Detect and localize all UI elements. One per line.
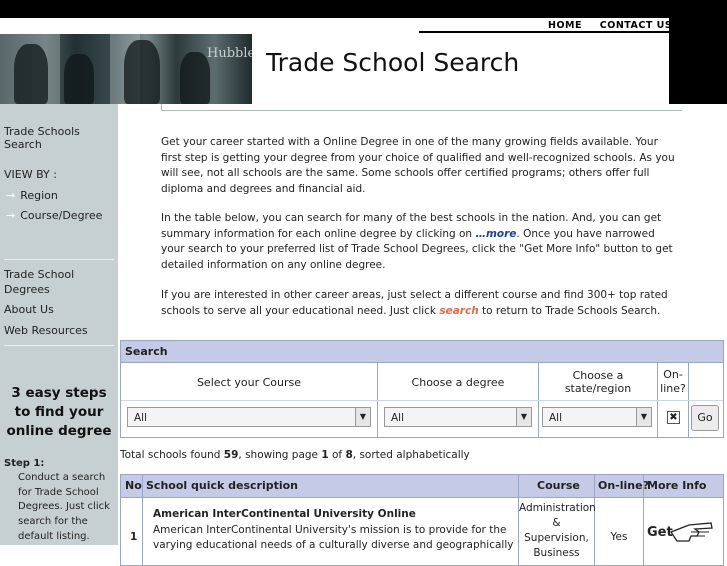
nav-contact-link[interactable]: CONTACT US	[600, 20, 672, 31]
chevron-down-icon: ▼	[636, 408, 651, 426]
school-course: Administration & Supervision, Business	[519, 502, 596, 559]
sidebar: Trade Schools Search VIEW BY : → Region →…	[0, 104, 118, 545]
nav-underline	[419, 31, 669, 33]
steps-heading: 3 easy steps to find your online degree	[6, 385, 112, 439]
results-page: 1	[321, 449, 329, 461]
online-label: On-line?	[660, 368, 686, 395]
step-1-label: Step 1:	[4, 458, 45, 469]
results-table-header: No School quick description Course On-li…	[121, 475, 723, 498]
column-divider	[142, 475, 143, 565]
page-title: Trade School Search	[266, 48, 520, 77]
results-pages: 8	[345, 449, 353, 461]
arrow-right-icon: →	[6, 209, 16, 222]
course-select[interactable]: All ▼	[127, 407, 371, 427]
search-heading: Search	[121, 341, 723, 363]
search-link[interactable]: search	[439, 305, 478, 317]
sidebar-item-label: Region	[20, 189, 58, 202]
results-text: , showing page	[238, 449, 322, 461]
sidebar-divider	[4, 259, 114, 260]
pointing-hand-icon	[670, 522, 713, 542]
results-text: , sorted alphabetically	[352, 449, 470, 461]
degree-select-value: All	[391, 412, 405, 424]
step-1-text: Conduct a search for Trade School Degree…	[18, 472, 110, 542]
results-total: 59	[223, 449, 239, 461]
chevron-down-icon: ▼	[355, 408, 370, 426]
sidebar-item-region[interactable]: → Region	[6, 189, 58, 202]
sidebar-link-trade-schools-search[interactable]: Trade Schools Search	[4, 125, 118, 151]
header-banner-photo: Hubble	[0, 34, 252, 104]
column-divider	[594, 475, 595, 565]
header-description: School quick description	[146, 479, 299, 492]
course-label: Select your Course	[196, 375, 302, 389]
state-select-value: All	[549, 412, 563, 424]
results-text: Total schools found	[120, 449, 224, 461]
sidebar-item-course-degree[interactable]: → Course/Degree	[6, 209, 102, 222]
header-more-info: More Info	[647, 479, 707, 492]
sidebar-item-label: Course/Degree	[20, 209, 103, 222]
header-course: Course	[537, 479, 580, 492]
banner-photo-text: Hubble	[207, 46, 252, 61]
get-more-info-button[interactable]: Get	[647, 522, 719, 547]
arrow-right-icon: →	[6, 189, 16, 202]
header-no: No	[125, 479, 142, 492]
content-divider	[161, 110, 682, 111]
intro-paragraph-2: In the table below, you can search for m…	[161, 211, 677, 273]
view-by-label: VIEW BY :	[4, 168, 57, 181]
top-black-bar	[0, 0, 727, 18]
header-online: On-line?	[598, 479, 649, 492]
school-name-link[interactable]: American InterContinental University Onl…	[153, 508, 416, 520]
column-divider	[643, 475, 644, 565]
go-button[interactable]: Go	[691, 405, 719, 431]
state-select[interactable]: All ▼	[542, 407, 652, 427]
results-table: No School quick description Course On-li…	[120, 474, 724, 566]
intro-paragraph-1: Get your career started with a Online De…	[161, 136, 675, 195]
row-divider	[121, 400, 723, 401]
row-number: 1	[130, 531, 138, 543]
sidebar-link-about-us[interactable]: About Us	[4, 303, 54, 316]
online-checkbox[interactable]: ✖	[667, 411, 680, 424]
sidebar-link-web-resources[interactable]: Web Resources	[4, 324, 88, 337]
results-summary: Total schools found 59, showing page 1 o…	[120, 449, 470, 461]
intro-text: to return to Trade Schools Search.	[478, 304, 661, 317]
nav-home-link[interactable]: HOME	[548, 20, 582, 31]
results-text: of	[328, 449, 346, 461]
search-panel: Search Select your Course Choose a degre…	[120, 340, 724, 438]
state-label: Choose a state/region	[564, 369, 632, 395]
top-nav: HOME CONTACT US	[548, 20, 686, 31]
degree-label: Choose a degree	[411, 375, 505, 389]
degree-select[interactable]: All ▼	[384, 407, 532, 427]
chevron-down-icon: ▼	[516, 408, 531, 426]
more-link[interactable]: …more	[475, 228, 516, 240]
course-select-value: All	[134, 412, 148, 424]
sidebar-divider	[4, 345, 114, 346]
intro-paragraph-3: If you are interested in other career ar…	[161, 288, 677, 319]
school-online: Yes	[610, 531, 628, 543]
sidebar-link-trade-school-degrees[interactable]: Trade School Degrees	[4, 267, 104, 297]
school-description: American InterContinental University's m…	[153, 524, 514, 551]
